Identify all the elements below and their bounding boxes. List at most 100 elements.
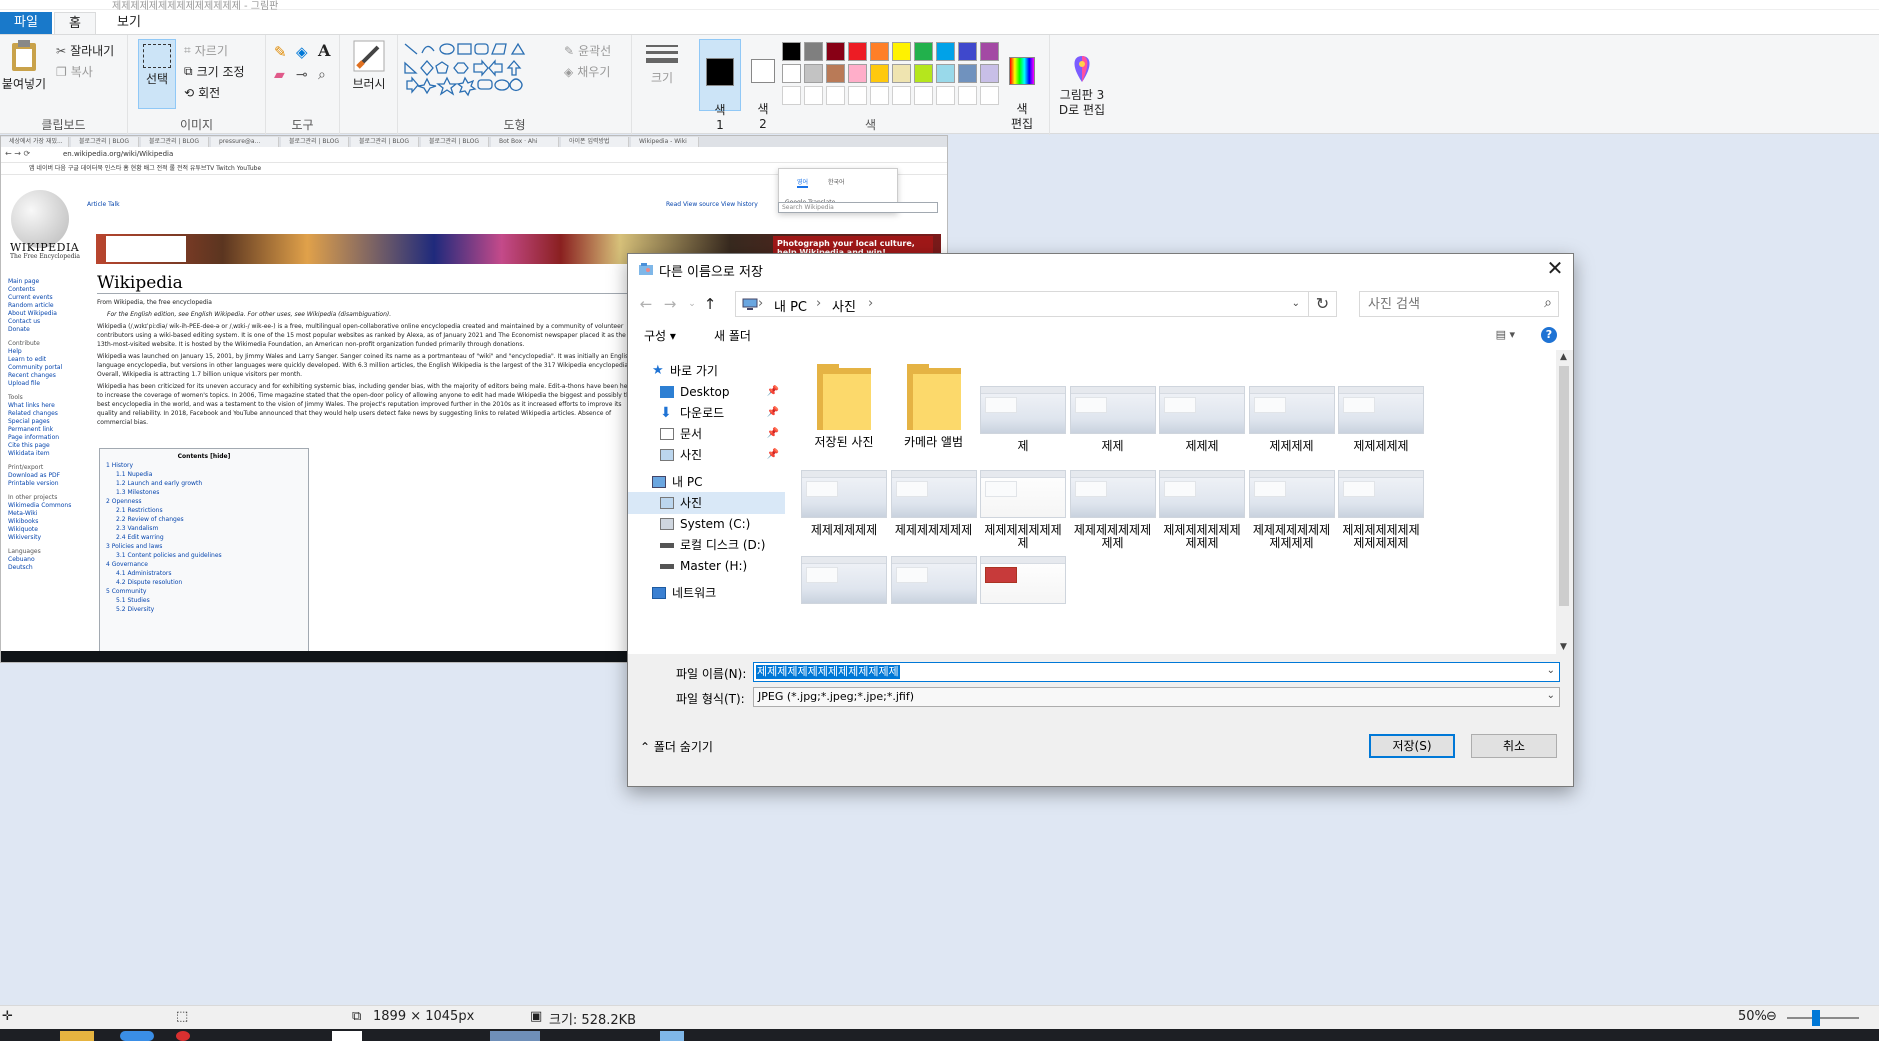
- color-swatch[interactable]: [892, 64, 911, 83]
- folder-item[interactable]: 카메라 앨범: [891, 364, 977, 449]
- color-swatch[interactable]: [848, 64, 867, 83]
- app-taskbar-icon[interactable]: [332, 1031, 362, 1041]
- color-swatch[interactable]: [892, 42, 911, 61]
- nav-local-d[interactable]: 로컬 디스크 (D:): [628, 534, 785, 556]
- file-list-scrollbar[interactable]: ▲ ▼: [1556, 350, 1573, 654]
- custom-color-slot[interactable]: [826, 86, 845, 105]
- filetype-select[interactable]: JPEG (*.jpg;*.jpeg;*.jpe;*.jfif) ⌄: [753, 687, 1560, 707]
- color-swatch[interactable]: [826, 64, 845, 83]
- custom-color-slot[interactable]: [848, 86, 867, 105]
- color-swatch[interactable]: [958, 64, 977, 83]
- color-swatch[interactable]: [782, 64, 801, 83]
- nav-documents[interactable]: 문서 📌: [628, 423, 785, 445]
- zoom-slider-track[interactable]: [1787, 1017, 1859, 1019]
- chevron-down-icon[interactable]: ⌄: [1547, 665, 1555, 676]
- app-taskbar-icon[interactable]: [176, 1031, 190, 1041]
- shapes-gallery[interactable]: [402, 41, 556, 97]
- custom-color-slot[interactable]: [914, 86, 933, 105]
- custom-color-slot[interactable]: [892, 86, 911, 105]
- nav-pictures[interactable]: 사진 📌: [628, 444, 785, 466]
- color-swatch[interactable]: [958, 42, 977, 61]
- folder-item[interactable]: 저장된 사진: [801, 364, 887, 449]
- save-button[interactable]: 저장(S): [1369, 734, 1455, 758]
- file-item[interactable]: 제제: [1069, 386, 1156, 453]
- view-options-icon[interactable]: ▤ ▾: [1496, 328, 1515, 341]
- fill-icon[interactable]: ◈: [296, 43, 308, 61]
- file-item[interactable]: 제제제: [1159, 386, 1245, 453]
- zoom-slider-thumb[interactable]: [1812, 1010, 1820, 1026]
- color-swatch[interactable]: [936, 42, 955, 61]
- zoom-out-icon[interactable]: ⊖: [1766, 1009, 1777, 1024]
- refresh-icon[interactable]: ↻: [1309, 291, 1337, 317]
- color-swatch[interactable]: [980, 42, 999, 61]
- file-item[interactable]: [980, 556, 1066, 610]
- file-item[interactable]: [801, 556, 887, 610]
- close-icon[interactable]: ✕: [1543, 257, 1567, 281]
- cancel-button[interactable]: 취소: [1471, 734, 1557, 758]
- brush-button[interactable]: 브러시: [346, 39, 392, 92]
- file-item[interactable]: 제제제제제제제제제: [1069, 470, 1156, 550]
- file-item[interactable]: 제제제제제제제제제제제제: [1338, 470, 1424, 550]
- paint-taskbar-icon[interactable]: [490, 1031, 540, 1041]
- custom-color-slot[interactable]: [958, 86, 977, 105]
- tab-view[interactable]: 보기: [103, 12, 155, 34]
- select-button[interactable]: 선택: [138, 39, 176, 109]
- text-icon[interactable]: A: [318, 41, 330, 60]
- file-item[interactable]: 제: [980, 386, 1066, 453]
- cut-button[interactable]: ✂ 잘라내기: [56, 42, 114, 59]
- nav-quick-access[interactable]: ★ 바로 가기: [628, 360, 785, 382]
- color-swatch[interactable]: [826, 42, 845, 61]
- hide-folders-button[interactable]: ⌃ 폴더 숨기기: [640, 738, 713, 755]
- chevron-down-icon[interactable]: ⌄: [1547, 690, 1555, 701]
- fill-shape-button[interactable]: ◈ 채우기: [564, 63, 610, 80]
- nav-this-pc[interactable]: 내 PC: [628, 471, 785, 493]
- file-item[interactable]: 제제제제제: [1338, 386, 1424, 453]
- color-swatch[interactable]: [848, 42, 867, 61]
- recent-chevron-icon[interactable]: ⌄: [682, 294, 702, 314]
- nav-desktop[interactable]: Desktop 📌: [628, 381, 785, 403]
- nav-master-h[interactable]: Master (H:): [628, 555, 785, 577]
- custom-color-slot[interactable]: [804, 86, 823, 105]
- color-swatch[interactable]: [870, 42, 889, 61]
- scroll-down-icon[interactable]: ▼: [1560, 642, 1567, 652]
- color1-button[interactable]: 색 1: [699, 39, 741, 132]
- paint3d-button[interactable]: 그림판 3 D로 편집: [1054, 39, 1110, 133]
- file-item[interactable]: 제제제제제제제: [890, 470, 977, 537]
- breadcrumb-this-pc[interactable]: 내 PC: [774, 296, 807, 315]
- nav-network[interactable]: 네트워크: [628, 582, 785, 604]
- back-arrow-icon[interactable]: ←: [636, 294, 656, 314]
- color-swatch[interactable]: [936, 64, 955, 83]
- outline-button[interactable]: ✎ 윤곽선: [564, 42, 611, 59]
- custom-color-slot[interactable]: [980, 86, 999, 105]
- browser-taskbar-icon[interactable]: [120, 1031, 154, 1041]
- explorer-taskbar-icon[interactable]: [60, 1031, 94, 1041]
- custom-color-slot[interactable]: [936, 86, 955, 105]
- eraser-icon[interactable]: ▰: [274, 67, 285, 83]
- nav-system-c[interactable]: System (C:): [628, 513, 785, 535]
- search-input[interactable]: [1368, 295, 1528, 313]
- nav-downloads[interactable]: ⬇ 다운로드 📌: [628, 402, 785, 424]
- organize-button[interactable]: 구성 ▾: [644, 327, 676, 344]
- color-swatch[interactable]: [980, 64, 999, 83]
- tab-home[interactable]: 홈: [54, 12, 96, 34]
- color-swatch[interactable]: [782, 42, 801, 61]
- custom-color-slot[interactable]: [782, 86, 801, 105]
- color-swatch[interactable]: [870, 64, 889, 83]
- crop-button[interactable]: ⌗ 자르기: [184, 42, 228, 59]
- color-swatch[interactable]: [804, 42, 823, 61]
- new-folder-button[interactable]: 새 폴더: [714, 327, 751, 344]
- help-icon[interactable]: ?: [1541, 327, 1557, 343]
- custom-color-slot[interactable]: [870, 86, 889, 105]
- resize-button[interactable]: ⧉ 크기 조정: [184, 63, 245, 80]
- rotate-button[interactable]: ⟲ 회전: [184, 84, 220, 101]
- chevron-down-icon[interactable]: ⌄: [1292, 298, 1300, 309]
- color-swatch[interactable]: [914, 64, 933, 83]
- forward-arrow-icon[interactable]: →: [660, 294, 680, 314]
- scroll-up-icon[interactable]: ▲: [1560, 352, 1567, 362]
- color-swatch[interactable]: [804, 64, 823, 83]
- filename-value[interactable]: 제제제제제제제제제제제제제제: [756, 665, 900, 679]
- paste-button[interactable]: 붙여넣기: [0, 39, 48, 92]
- magnifier-icon[interactable]: ⌕: [318, 67, 326, 83]
- address-bar[interactable]: › 내 PC › 사진 › ⌄: [735, 291, 1309, 317]
- file-item[interactable]: 제제제제제제제제: [980, 470, 1066, 550]
